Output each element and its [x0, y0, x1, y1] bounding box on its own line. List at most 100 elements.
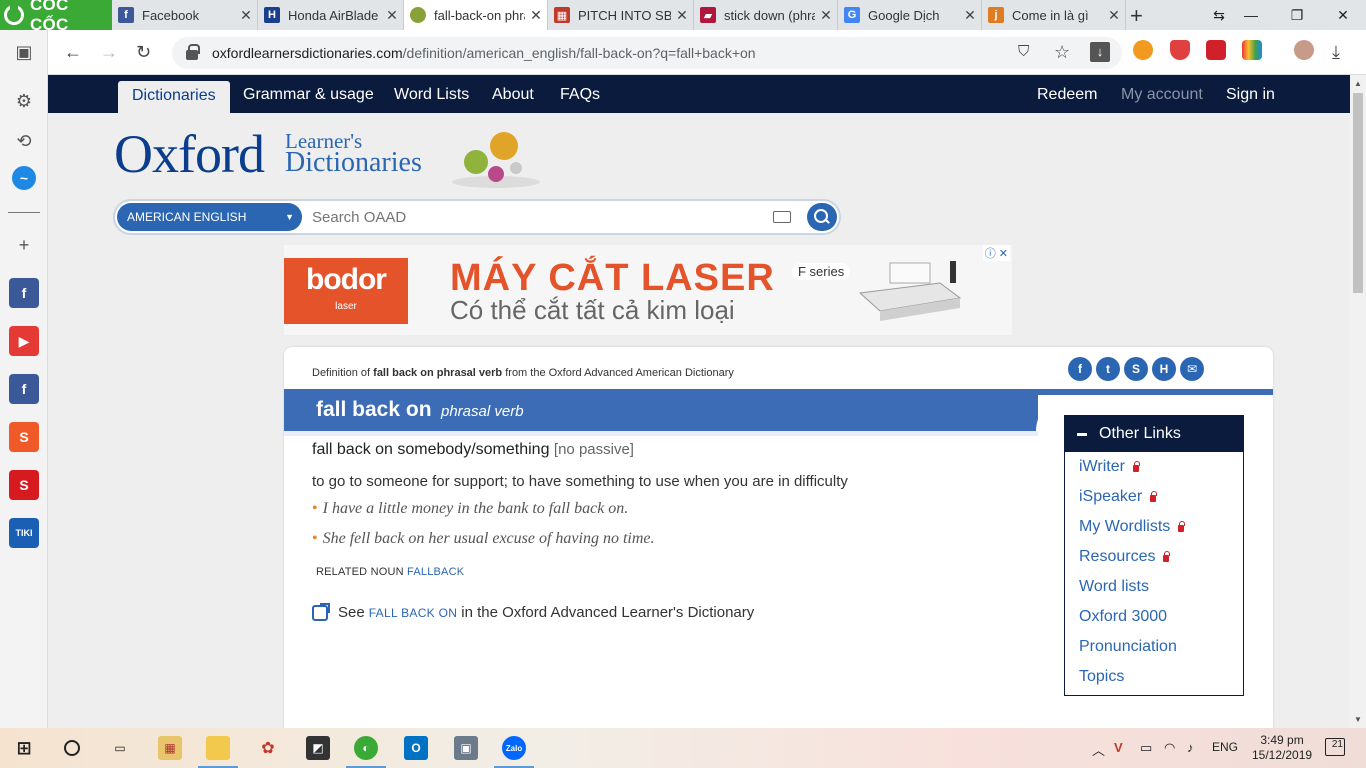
extension-shield-icon[interactable] — [1170, 40, 1190, 60]
sticky-notes-icon[interactable]: ◩ — [306, 736, 330, 760]
tab-stick-down[interactable]: ▰ stick down (phra ✕ — [694, 0, 838, 30]
back-icon[interactable]: ← — [64, 42, 82, 63]
close-icon[interactable]: ✕ — [381, 7, 403, 24]
facebook-share-icon[interactable]: f — [1068, 357, 1092, 381]
nav-redeem[interactable]: Redeem — [1037, 75, 1097, 113]
close-icon[interactable]: ✕ — [1103, 7, 1125, 24]
extension-colorful-icon[interactable] — [1242, 40, 1262, 60]
other-link-my-wordlists[interactable]: My Wordlists — [1079, 518, 1186, 536]
bullet-icon: • — [312, 530, 318, 547]
restore-icon[interactable]: ❐ — [1274, 0, 1320, 30]
site-nav: Dictionaries Grammar & usage Word Lists … — [48, 75, 1350, 113]
battery-icon[interactable]: ▭ — [1140, 740, 1152, 756]
zalo-icon[interactable]: Zalo — [494, 736, 534, 768]
reload-icon[interactable]: ↻ — [136, 42, 151, 63]
system-clock[interactable]: 3:49 pm 15/12/2019 — [1252, 733, 1312, 763]
see-also-link[interactable]: FALL BACK ON — [369, 606, 458, 620]
other-link-word-lists[interactable]: Word lists — [1079, 578, 1149, 596]
dictionary-select[interactable]: AMERICAN ENGLISH ▼ — [117, 203, 302, 231]
nav-word-lists[interactable]: Word Lists — [394, 75, 469, 113]
stumbleupon-share-icon[interactable]: S — [1124, 357, 1148, 381]
messenger-icon[interactable]: ~ — [12, 166, 36, 190]
profile-avatar[interactable] — [1294, 40, 1314, 60]
tab-pitch-into[interactable]: ▦ PITCH INTO SB/S ✕ — [548, 0, 694, 30]
coccoc-taskbar-icon[interactable]: ◐ — [346, 736, 386, 768]
nav-about[interactable]: About — [492, 75, 534, 113]
close-icon[interactable]: ✕ — [815, 7, 837, 24]
scrollbar-thumb[interactable] — [1353, 93, 1363, 293]
close-icon[interactable]: ✕ — [525, 7, 547, 24]
close-icon[interactable]: ✕ — [671, 7, 693, 24]
other-link-iwriter[interactable]: iWriter — [1079, 458, 1140, 476]
other-links-header[interactable]: Other Links — [1065, 416, 1243, 452]
extension-coccoc-icon[interactable] — [1133, 40, 1153, 60]
star-icon[interactable]: ☆ — [1054, 42, 1070, 63]
sendo-icon[interactable]: S — [9, 470, 39, 500]
scroll-up-icon[interactable]: ▲ — [1354, 79, 1362, 88]
nav-my-account[interactable]: My account — [1121, 75, 1203, 113]
coccoc-brand[interactable]: CỐC CỐC — [0, 0, 112, 34]
taskbar-app-icon[interactable]: ▦ — [158, 736, 182, 760]
settings-icon[interactable]: ⚙ — [9, 86, 39, 116]
volume-icon[interactable]: ♪ — [1187, 740, 1194, 755]
tray-chevron-icon[interactable]: ︿ — [1092, 740, 1105, 759]
search-icon[interactable] — [60, 736, 84, 760]
downloads-icon[interactable]: ⤓ — [1332, 42, 1340, 63]
outlook-icon[interactable]: O — [404, 736, 428, 760]
hi5-share-icon[interactable]: H — [1152, 357, 1176, 381]
notification-center-icon[interactable]: 21 — [1325, 738, 1345, 756]
facebook-icon[interactable]: f — [9, 278, 39, 308]
shopee-icon[interactable]: S — [9, 422, 39, 452]
file-explorer-icon[interactable] — [198, 736, 238, 768]
oxford-logo[interactable]: Oxford Learner's Dictionaries — [114, 127, 422, 181]
search-button[interactable] — [807, 203, 837, 231]
sidebar-toggle-icon[interactable]: ▣ — [9, 37, 39, 67]
tiki-icon[interactable]: TIKI — [9, 518, 39, 548]
tab-facebook[interactable]: f Facebook ✕ — [112, 0, 258, 30]
scroll-down-icon[interactable]: ▼ — [1354, 715, 1362, 724]
close-icon[interactable]: ✕ — [235, 7, 257, 24]
shield-icon[interactable]: ⛉ — [1018, 43, 1029, 60]
tab-oxford[interactable]: fall-back-on phra ✕ — [404, 0, 548, 30]
facebook-icon[interactable]: f — [9, 374, 39, 404]
close-window-icon[interactable]: ✕ — [1320, 0, 1366, 30]
youtube-icon[interactable]: ▶ — [9, 326, 39, 356]
nav-sign-in[interactable]: Sign in — [1226, 75, 1275, 113]
close-icon[interactable]: ✕ — [959, 7, 981, 24]
new-tab-icon[interactable]: + — [1130, 3, 1143, 29]
other-link-resources[interactable]: Resources — [1079, 548, 1171, 566]
address-bar[interactable]: oxfordlearnersdictionaries.com/definitio… — [172, 37, 1122, 69]
tab-google-translate[interactable]: G Google Dịch ✕ — [838, 0, 982, 30]
advertisement-banner[interactable]: bodor laser MÁY CẮT LASER Có thể cắt tất… — [284, 245, 1012, 335]
tab-honda[interactable]: H Honda AirBlade ✕ — [258, 0, 404, 30]
search-input[interactable] — [309, 203, 769, 231]
other-link-pronunciation[interactable]: Pronunciation — [1079, 638, 1177, 656]
history-icon[interactable]: ⟲ — [9, 126, 39, 156]
twitter-share-icon[interactable]: t — [1096, 357, 1120, 381]
tray-v-icon[interactable]: V — [1114, 740, 1123, 755]
minimize-icon[interactable]: — — [1228, 0, 1274, 30]
paint-icon[interactable]: ✿ — [256, 736, 280, 760]
extension-red-icon[interactable] — [1206, 40, 1226, 60]
windows-start-icon[interactable]: ⊞ — [12, 736, 36, 760]
tab-come-in[interactable]: j Come in là gì ✕ — [982, 0, 1126, 30]
nav-faqs[interactable]: FAQs — [560, 75, 600, 113]
keyboard-icon[interactable] — [773, 211, 791, 223]
forward-icon[interactable]: → — [100, 42, 118, 63]
related-noun-link[interactable]: FALLBACK — [407, 566, 464, 578]
page-scrollbar[interactable]: ▲ ▼ — [1350, 75, 1366, 728]
email-share-icon[interactable]: ✉ — [1180, 357, 1204, 381]
ad-close-icon[interactable]: ⓘ ✕ — [982, 245, 1010, 261]
language-indicator[interactable]: ENG — [1212, 740, 1238, 754]
nav-dictionaries[interactable]: Dictionaries — [118, 81, 230, 113]
add-icon[interactable]: + — [9, 230, 39, 260]
app-icon[interactable]: ▣ — [454, 736, 478, 760]
wifi-icon[interactable]: ◠ — [1164, 740, 1175, 756]
other-link-topics[interactable]: Topics — [1079, 668, 1124, 686]
other-link-ispeaker[interactable]: iSpeaker — [1079, 488, 1158, 506]
task-view-icon[interactable]: ▭ — [108, 736, 132, 760]
download-icon[interactable]: ↓ — [1090, 42, 1110, 62]
lock-icon — [1178, 521, 1186, 532]
nav-grammar-usage[interactable]: Grammar & usage — [243, 75, 374, 113]
other-link-oxford-3000[interactable]: Oxford 3000 — [1079, 608, 1167, 626]
